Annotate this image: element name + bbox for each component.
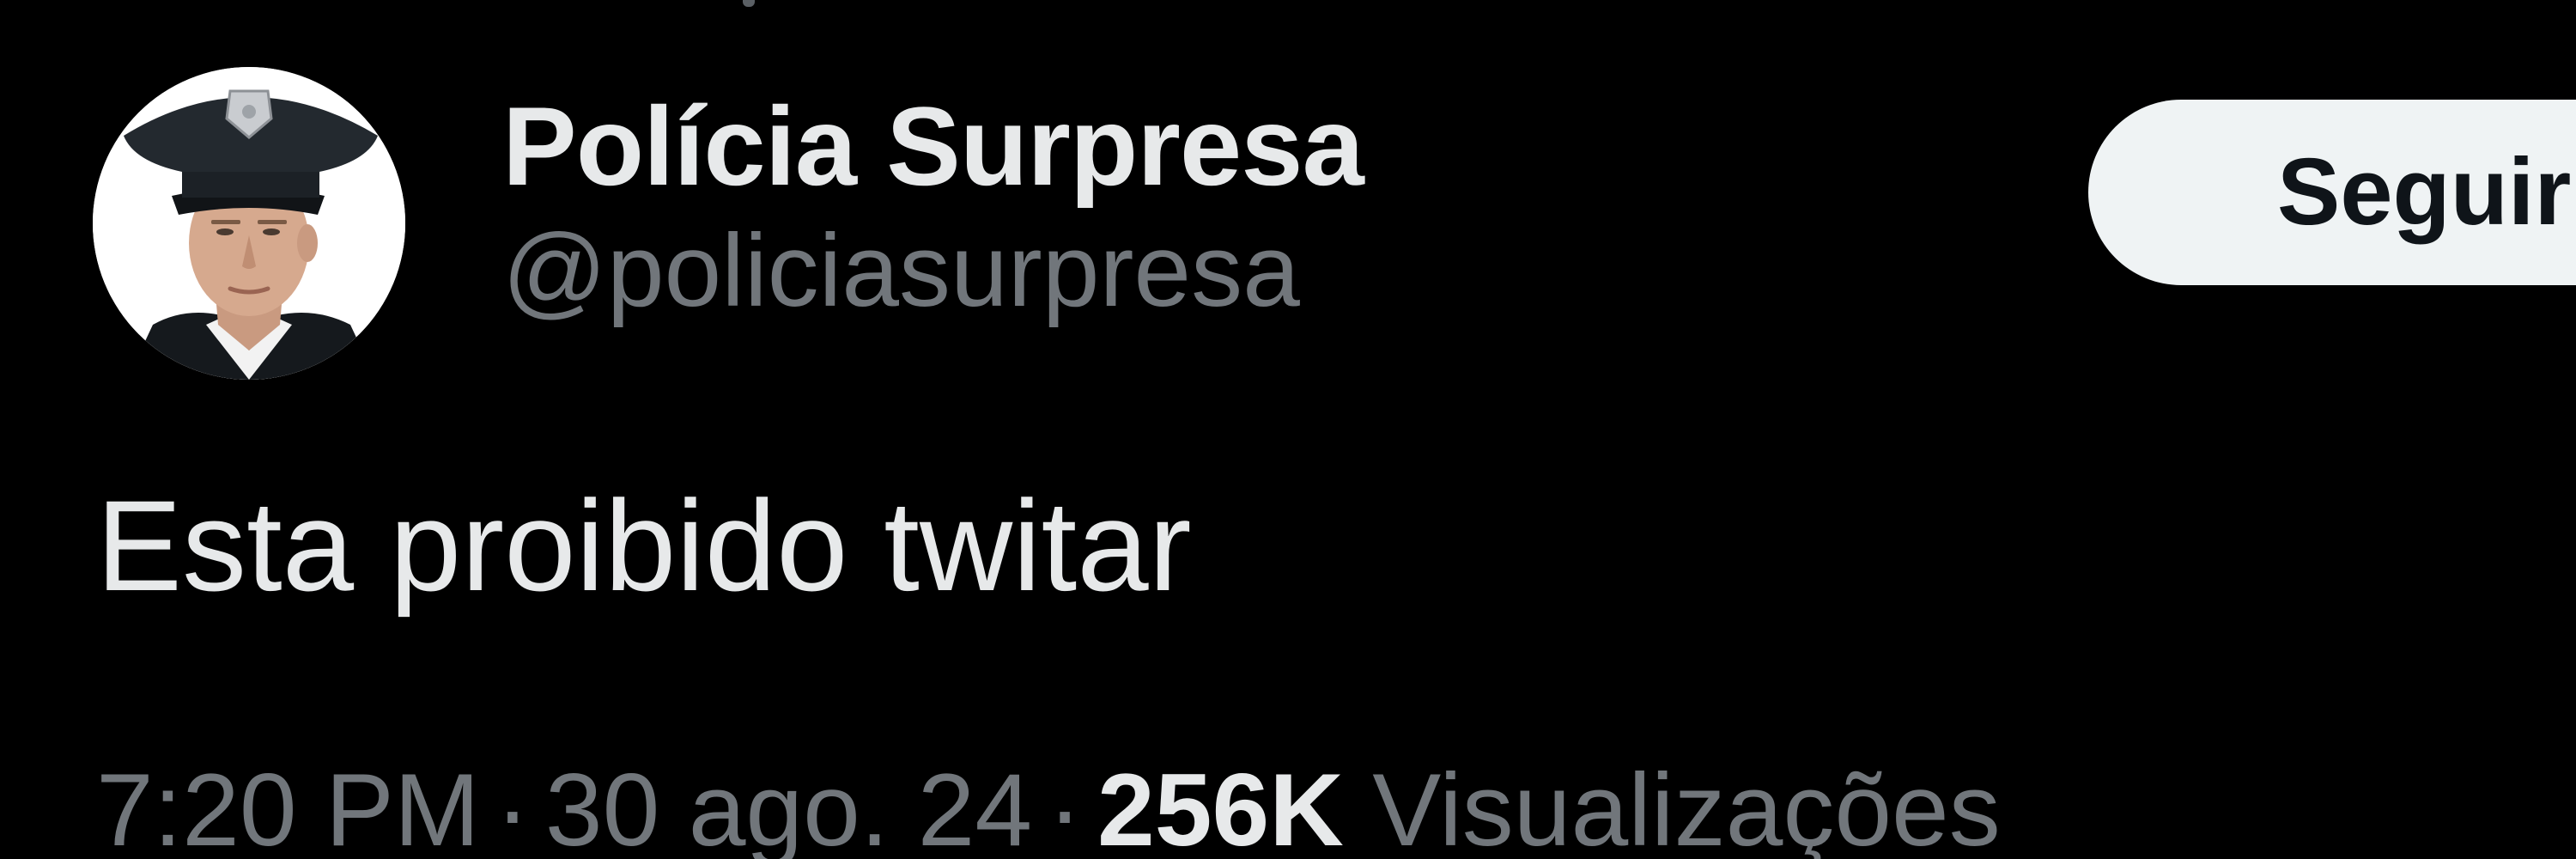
author-handle[interactable]: @policiasurpresa [502,210,1364,331]
views-count: 256K [1097,752,1344,859]
tweet-card: Polícia Surpresa @policiasurpresa Seguir… [0,0,2576,859]
police-officer-avatar-icon [93,67,405,380]
tweet-text: Esta proibido twitar [96,473,1192,618]
follow-button[interactable]: Seguir [2088,100,2576,285]
views-label: Visualizações [1372,752,2001,859]
tweet-time[interactable]: 7:20 PM [96,752,480,859]
avatar[interactable] [93,67,405,380]
tweet-meta: 7:20 PM · 30 ago. 24 · 256K Visualizações [96,746,2001,859]
tweet-date[interactable]: 30 ago. 24 [545,752,1032,859]
meta-separator: · [495,752,530,859]
author-display-name[interactable]: Polícia Surpresa [502,82,1364,210]
meta-separator: · [1048,752,1083,859]
scroll-remnant [743,0,755,7]
author-block: Polícia Surpresa @policiasurpresa [502,82,1364,331]
